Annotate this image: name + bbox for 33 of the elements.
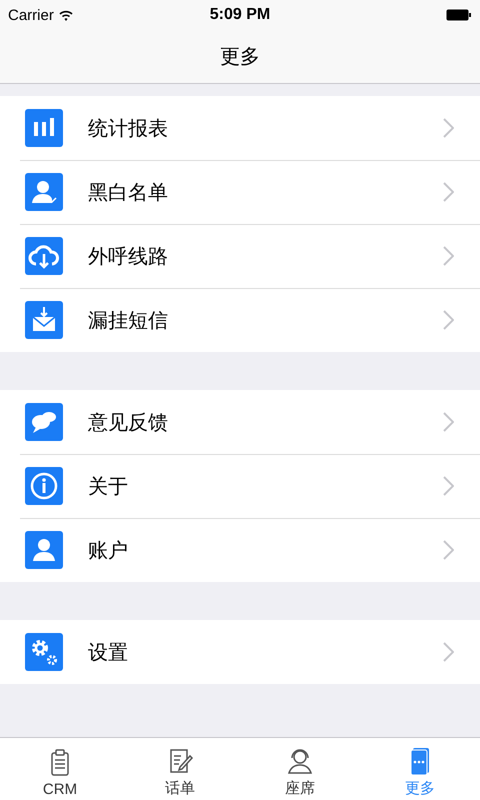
bar-chart-icon xyxy=(25,109,63,147)
nav-title: 更多 xyxy=(220,45,260,70)
chevron-icon xyxy=(443,476,454,496)
mail-icon xyxy=(25,301,63,339)
menu-row[interactable]: 关于 xyxy=(0,454,480,518)
chevron-icon xyxy=(443,540,454,560)
menu-row[interactable]: 黑白名单 xyxy=(0,160,480,224)
chevron-icon xyxy=(443,412,454,432)
user-icon xyxy=(25,531,63,569)
chevron-icon xyxy=(443,182,454,202)
chevron-icon xyxy=(443,310,454,330)
gears-icon xyxy=(25,633,63,671)
user-check-icon xyxy=(25,173,63,211)
clock-time: 5:09 PM xyxy=(210,6,270,23)
chevron-icon xyxy=(443,642,454,662)
menu-row[interactable]: 设置 xyxy=(0,620,480,684)
chevron-icon xyxy=(443,246,454,266)
carrier-name: Carrier xyxy=(8,6,54,24)
tab-item[interactable]: CRM xyxy=(0,738,120,800)
tab-item[interactable]: 更多 xyxy=(360,738,480,800)
menu-row[interactable]: 漏挂短信 xyxy=(0,288,480,352)
menu-row[interactable]: 账户 xyxy=(0,518,480,582)
battery-icon xyxy=(446,9,472,21)
cloud-download-icon xyxy=(25,237,63,275)
chat-bubbles-icon xyxy=(25,403,63,441)
tab-item[interactable]: 话单 xyxy=(120,738,240,800)
info-icon xyxy=(25,467,63,505)
menu-row[interactable]: 统计报表 xyxy=(0,96,480,160)
menu-row[interactable]: 意见反馈 xyxy=(0,390,480,454)
menu-row[interactable]: 外呼线路 xyxy=(0,224,480,288)
tab-item[interactable]: 座席 xyxy=(240,738,360,800)
wifi-icon xyxy=(58,10,73,20)
chevron-icon xyxy=(443,118,454,138)
